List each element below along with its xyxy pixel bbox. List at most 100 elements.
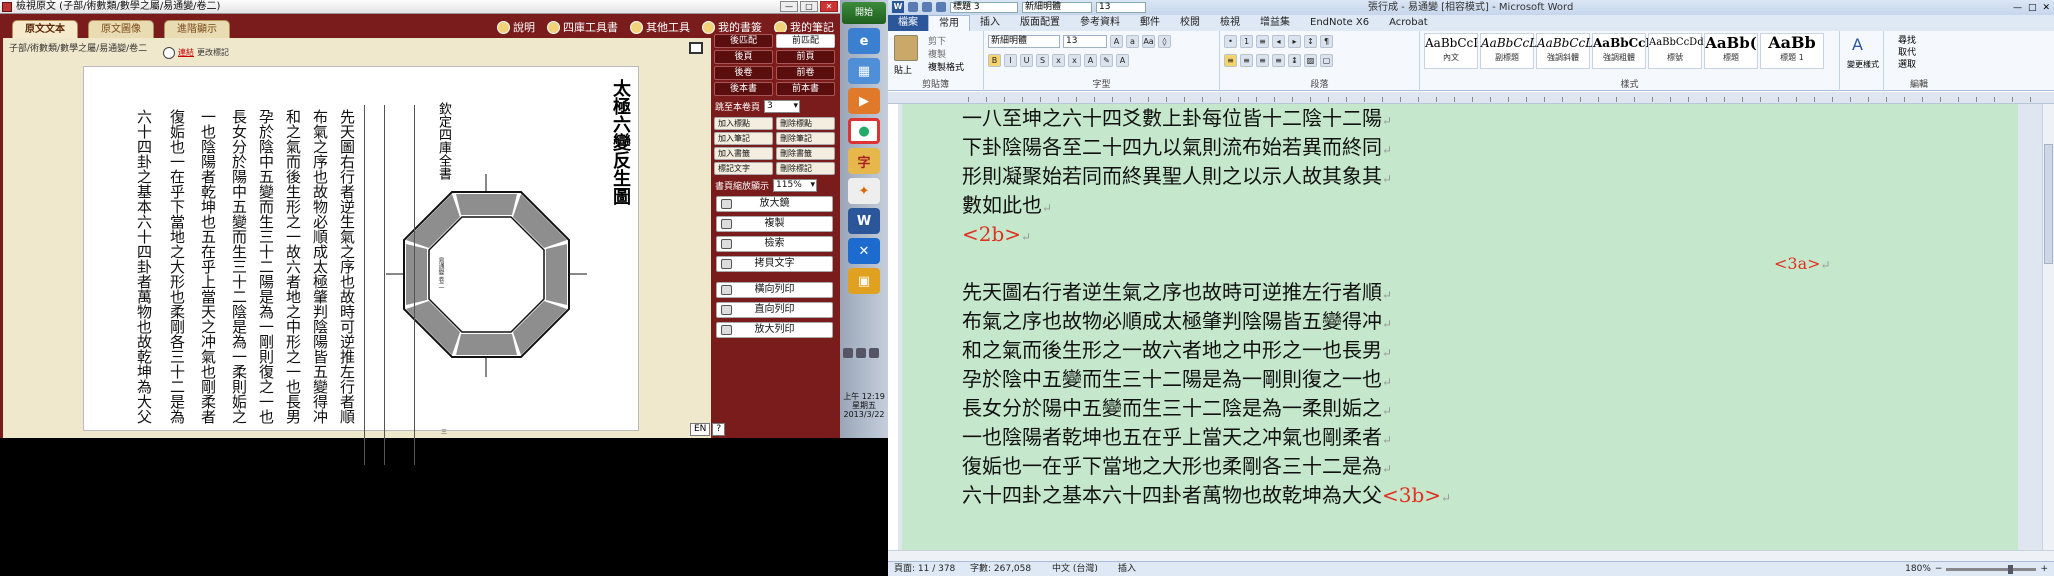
dictionary-icon[interactable]: 字 [848, 148, 880, 174]
help-indicator[interactable]: ? [712, 423, 726, 436]
style-subtitle[interactable]: AaBbCcL 副標題 [1480, 33, 1537, 69]
zoom-out-icon[interactable]: − [1935, 562, 1943, 576]
tab-references[interactable]: 參考資料 [1070, 15, 1130, 31]
font-name-select[interactable]: 新細明體 [988, 35, 1060, 48]
search-button[interactable]: 檢索 [716, 236, 833, 252]
document-page[interactable]: 一八至坤之六十四爻數上卦每位皆十二陰十二陽↵ 下卦陰陽各至二十四九以氣則流布始若… [902, 104, 2018, 550]
tab-mailings[interactable]: 郵件 [1130, 15, 1170, 31]
language-indicator[interactable]: EN [690, 423, 711, 436]
chrome-icon[interactable]: ● [848, 118, 880, 144]
bold-icon[interactable]: B [988, 54, 1001, 67]
numbering-icon[interactable]: 1 [1240, 35, 1253, 48]
print-landscape-button[interactable]: 橫向列印 [716, 282, 833, 298]
tab-advanced-display[interactable]: 進階顯示 [164, 20, 230, 38]
next-volume-button[interactable]: 前卷 [776, 66, 835, 80]
style-title[interactable]: AaBb(標題 [1704, 33, 1758, 69]
prev-volume-button[interactable]: 後卷 [714, 66, 773, 80]
style-heading-1[interactable]: AaBb 標題 1 [1760, 33, 1824, 69]
minimize-button[interactable]: — [780, 1, 798, 12]
format-painter-button[interactable]: 複製格式 [928, 60, 964, 73]
paste-icon[interactable] [894, 35, 918, 61]
zoom-control[interactable]: 180% − + [1905, 562, 2048, 576]
maximize-button[interactable]: □ [800, 1, 818, 12]
next-match-button[interactable]: 前匹配 [776, 34, 835, 48]
zoom-level[interactable]: 180% [1905, 562, 1931, 576]
style-field[interactable]: 標題 3 [950, 1, 1018, 13]
tab-insert[interactable]: 插入 [970, 15, 1010, 31]
zoom-in-icon[interactable]: + [2040, 562, 2048, 576]
prev-page-button[interactable]: 後頁 [714, 50, 773, 64]
magnifier-button[interactable]: 放大鏡 [716, 196, 833, 212]
delete-note-button[interactable]: 刪除筆記 [776, 132, 835, 145]
tab-file[interactable]: 檔案 [888, 15, 928, 31]
tab-addins[interactable]: 增益集 [1250, 15, 1300, 31]
link-tool[interactable]: 連結 更改標記 [163, 42, 229, 64]
italic-icon[interactable]: I [1004, 54, 1017, 67]
show-marks-icon[interactable]: ¶ [1320, 35, 1333, 48]
text-effects-icon[interactable]: A [1084, 54, 1097, 67]
strikethrough-icon[interactable]: S [1036, 54, 1049, 67]
delete-mark-button[interactable]: 刪除標記 [776, 162, 835, 175]
subscript-icon[interactable]: x [1052, 54, 1065, 67]
sort-icon[interactable]: ↕ [1304, 35, 1317, 48]
print-portrait-button[interactable]: 直向列印 [716, 302, 833, 318]
tab-view[interactable]: 檢視 [1210, 15, 1250, 31]
add-note-button[interactable]: 加入筆記 [714, 132, 773, 145]
add-punctuation-button[interactable]: 加入標點 [714, 117, 773, 130]
style-emphasis[interactable]: AaBbCcL 強調斜體 [1536, 33, 1593, 69]
redo-icon[interactable] [936, 2, 946, 12]
copy-button[interactable]: 複製 [716, 216, 833, 232]
print-enlarged-button[interactable]: 放大列印 [716, 322, 833, 338]
zoom-slider[interactable] [1946, 564, 2037, 574]
media-icon[interactable]: ▶ [848, 88, 880, 114]
next-page-button[interactable]: 前頁 [776, 50, 835, 64]
minimize-button[interactable]: — [2013, 1, 2022, 16]
scroll-thumb[interactable] [2044, 144, 2053, 264]
prev-match-button[interactable]: 後匹配 [714, 34, 773, 48]
copy-button[interactable]: 複製 [928, 47, 946, 60]
borders-icon[interactable]: ▢ [1320, 54, 1333, 67]
change-styles-icon[interactable]: A [1852, 35, 1863, 54]
line-spacing-icon[interactable]: ↨ [1288, 54, 1301, 67]
tab-acrobat[interactable]: Acrobat [1379, 15, 1438, 31]
tab-original-text[interactable]: 原文文本 [12, 20, 78, 38]
tab-original-image[interactable]: 原文圖像 [88, 20, 154, 38]
decrease-indent-icon[interactable]: ◂ [1272, 35, 1285, 48]
style-label[interactable]: AaBbCcDd 標號 [1648, 33, 1704, 69]
tab-layout[interactable]: 版面配置 [1010, 15, 1070, 31]
style-strong[interactable]: AaBbCcI 強調粗體 [1592, 33, 1651, 69]
size-field[interactable]: 13 [1096, 1, 1146, 13]
window-toggle-icon[interactable] [689, 42, 703, 54]
horizontal-scrollbar[interactable] [888, 550, 2054, 561]
cut-button[interactable]: 剪下 [928, 34, 946, 47]
change-case-icon[interactable]: Aa [1142, 35, 1155, 48]
zoom-select[interactable]: 115% [773, 179, 818, 192]
superscript-icon[interactable]: x [1068, 54, 1081, 67]
shading-icon[interactable]: ▨ [1304, 54, 1317, 67]
horizontal-ruler[interactable] [888, 92, 2054, 104]
save-icon[interactable] [908, 2, 918, 12]
tray-icon[interactable] [869, 348, 879, 358]
align-right-icon[interactable]: ≡ [1256, 54, 1269, 67]
select-button[interactable]: 選取 [1898, 57, 1916, 70]
font-color-icon[interactable]: A [1116, 54, 1129, 67]
word-count[interactable]: 字數: 267,058 [970, 562, 1031, 576]
tray-icon[interactable] [856, 348, 866, 358]
start-button[interactable]: 開始 [842, 2, 886, 24]
vertical-scrollbar[interactable] [2042, 104, 2054, 550]
delete-punctuation-button[interactable]: 刪除標點 [776, 117, 835, 130]
clear-format-icon[interactable]: ◊ [1158, 35, 1171, 48]
paste-button[interactable]: 貼上 [894, 63, 912, 76]
browser-icon[interactable]: e [848, 28, 880, 54]
zoom-knob[interactable] [2008, 564, 2014, 574]
insert-mode[interactable]: 插入 [1118, 562, 1136, 576]
prev-book-button[interactable]: 後本書 [714, 82, 773, 96]
tab-review[interactable]: 校閱 [1170, 15, 1210, 31]
close-button[interactable]: ✕ [820, 1, 838, 12]
next-book-button[interactable]: 前本書 [776, 82, 835, 96]
tab-home[interactable]: 常用 [928, 15, 970, 31]
add-bookmark-button[interactable]: 加入書籤 [714, 147, 773, 160]
font-field[interactable]: 新細明體 [1022, 1, 1092, 13]
highlight-icon[interactable]: ✎ [1100, 54, 1113, 67]
close-app-icon[interactable]: ✕ [848, 238, 880, 264]
